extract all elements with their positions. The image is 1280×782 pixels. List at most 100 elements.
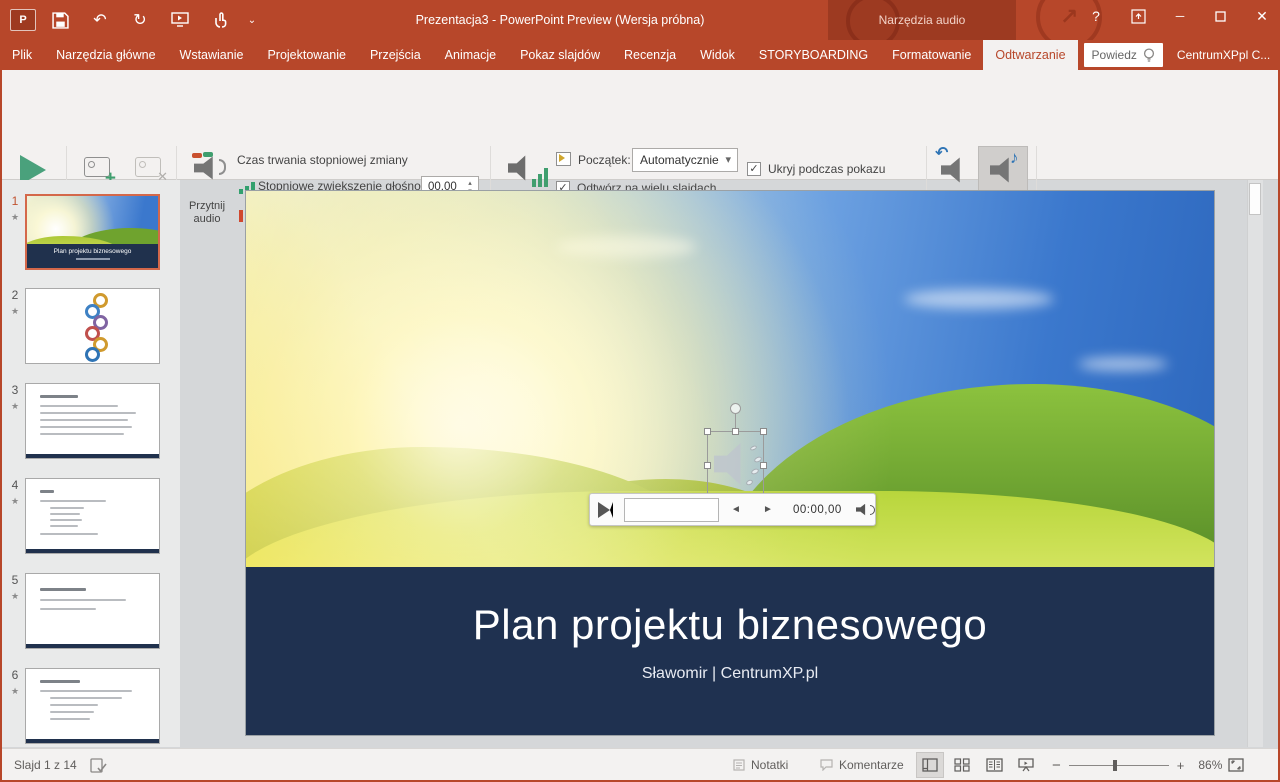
title-bar: ↗ P ↶ ↻ ⌄ Prezentacja3 - PowerPoint Prev… xyxy=(0,0,1280,40)
account-name[interactable]: CentrumXPpl C... xyxy=(1177,40,1270,70)
checkbox-checked-icon: ✓ xyxy=(747,162,761,176)
tab-wstawianie[interactable]: Wstawianie xyxy=(168,40,256,70)
view-reading-button[interactable] xyxy=(980,752,1008,778)
thumb-slide-title: Plan projektu biznesowego xyxy=(27,248,158,255)
fit-slide-button[interactable] xyxy=(1228,749,1244,781)
audio-player-bar: ◄ ► 00:00,00 xyxy=(589,493,876,526)
animation-star-icon: ★ xyxy=(8,496,22,507)
thumbnail-slide-1[interactable]: Plan projektu biznesowego xyxy=(25,194,160,270)
play-in-background-icon: ♪ xyxy=(990,157,1016,187)
checkbox-hide-during-show[interactable]: ✓ Ukryj podczas pokazu xyxy=(747,162,885,176)
tab-przejscia[interactable]: Przejścia xyxy=(358,40,433,70)
status-bar: Slajd 1 z 14 Notatki Komentarze xyxy=(0,748,1280,780)
tab-pokaz-slajdow[interactable]: Pokaz slajdów xyxy=(508,40,612,70)
zoom-in-button[interactable]: + xyxy=(1177,758,1185,773)
slide-thumbnail-panel: 1 ★ Plan projektu biznesowego 2 ★ 3 ★ xyxy=(2,180,180,747)
start-combobox[interactable]: Automatycznie ▾ xyxy=(632,148,738,172)
notes-label: Notatki xyxy=(751,758,788,772)
thumb-3-number: 3 xyxy=(8,383,22,397)
thumbnail-slide-2[interactable] xyxy=(25,288,160,364)
bookmark-remove-icon: ✕ xyxy=(135,157,161,177)
tab-projektowanie[interactable]: Projektowanie xyxy=(255,40,358,70)
spin-up-icon[interactable]: ▴ xyxy=(464,180,476,188)
player-volume-icon xyxy=(856,504,869,516)
contextual-tab-header: Narzędzia audio xyxy=(828,0,1016,40)
resize-handle[interactable] xyxy=(704,462,711,469)
start-slideshow-icon[interactable] xyxy=(164,5,196,35)
player-volume-button[interactable] xyxy=(856,504,875,516)
ribbon-display-options-button[interactable] xyxy=(1124,0,1152,32)
player-forward-button[interactable]: ► xyxy=(753,504,783,515)
scrollbar-thumb[interactable] xyxy=(1249,183,1261,215)
undo-icon[interactable]: ↶ xyxy=(84,5,116,35)
trim-audio-button[interactable]: Przytnijaudio xyxy=(182,146,232,232)
start-label: Początek: xyxy=(578,153,631,167)
minimize-button[interactable]: ─ xyxy=(1164,0,1196,32)
zoom-level[interactable]: 86% xyxy=(1198,758,1222,772)
tab-narzedzia-glowne[interactable]: Narzędzia główne xyxy=(44,40,167,70)
thumbnail-slide-5[interactable] xyxy=(25,573,160,649)
thumb-2-number: 2 xyxy=(8,288,22,302)
player-progress-bar[interactable] xyxy=(624,498,719,522)
hide-label: Ukryj podczas pokazu xyxy=(768,162,885,176)
spellcheck-icon[interactable] xyxy=(90,749,107,781)
slide-canvas[interactable]: ◄ ► 00:00,00 Plan projektu biznesowego S… xyxy=(245,190,1215,736)
player-time: 00:00,00 xyxy=(793,504,842,516)
close-button[interactable]: ✕ xyxy=(1246,0,1278,32)
player-back-button[interactable]: ◄ xyxy=(719,504,753,515)
help-button[interactable]: ? xyxy=(1082,0,1110,32)
combo-caret-icon: ▾ xyxy=(725,153,731,166)
zoom-out-button[interactable]: − xyxy=(1052,757,1061,774)
maximize-button[interactable] xyxy=(1204,0,1236,32)
no-style-icon: ↶ xyxy=(941,157,967,187)
powerpoint-logo-icon: P xyxy=(10,9,36,31)
view-slideshow-button[interactable] xyxy=(1012,752,1040,778)
trim-audio-icon xyxy=(194,156,220,184)
resize-handle[interactable] xyxy=(760,428,767,435)
comments-toggle[interactable]: Komentarze xyxy=(820,749,904,781)
tab-recenzja[interactable]: Recenzja xyxy=(612,40,688,70)
notes-toggle[interactable]: Notatki xyxy=(733,749,788,781)
tell-me-label: Powiedz xyxy=(1092,48,1137,62)
view-normal-button[interactable] xyxy=(916,752,944,778)
tab-odtwarzanie[interactable]: Odtwarzanie xyxy=(983,40,1077,70)
resize-handle[interactable] xyxy=(760,462,767,469)
thumbnail-slide-3[interactable] xyxy=(25,383,160,459)
quick-access-toolbar: P ↶ ↻ ⌄ xyxy=(10,0,260,40)
tab-storyboarding[interactable]: STORYBOARDING xyxy=(747,40,880,70)
vertical-scrollbar[interactable] xyxy=(1247,180,1263,747)
resize-handle[interactable] xyxy=(732,428,739,435)
thumb-5-number: 5 xyxy=(8,573,22,587)
player-play-button[interactable] xyxy=(590,502,620,518)
contextual-tab-label: Narzędzia audio xyxy=(879,13,966,27)
slide-title: Plan projektu biznesowego xyxy=(246,601,1214,649)
volume-icon xyxy=(508,155,532,187)
save-icon[interactable] xyxy=(44,5,76,35)
tab-plik[interactable]: Plik xyxy=(0,40,44,70)
trim-audio-label: Przytnij xyxy=(189,200,225,212)
zoom-slider[interactable] xyxy=(1069,765,1169,766)
thumb-4-number: 4 xyxy=(8,478,22,492)
zoom-slider-thumb[interactable] xyxy=(1113,760,1117,771)
decor-arrow-icon: ↗ xyxy=(1060,4,1078,30)
ribbon-odtwarzanie: Odtwórz Podgląd + Dodajzakładkę ✕ Usuńza… xyxy=(0,70,1280,180)
tab-widok[interactable]: Widok xyxy=(688,40,747,70)
thumbnail-slide-6[interactable] xyxy=(25,668,160,744)
window-border xyxy=(0,40,2,782)
animation-star-icon: ★ xyxy=(8,212,22,223)
touch-mode-icon[interactable] xyxy=(204,5,236,35)
thumbnail-slide-4[interactable] xyxy=(25,478,160,554)
animation-star-icon: ★ xyxy=(8,306,22,317)
tab-animacje[interactable]: Animacje xyxy=(433,40,508,70)
slide-title-block[interactable]: Plan projektu biznesowego Sławomir | Cen… xyxy=(246,567,1214,735)
tell-me-box[interactable]: Powiedz xyxy=(1084,43,1163,67)
redo-icon[interactable]: ↻ xyxy=(124,5,156,35)
powerpoint-window: ↗ P ↶ ↻ ⌄ Prezentacja3 - PowerPoint Prev… xyxy=(0,0,1280,782)
tab-formatowanie[interactable]: Formatowanie xyxy=(880,40,983,70)
rotation-handle[interactable] xyxy=(730,403,741,414)
customize-qat-icon[interactable]: ⌄ xyxy=(244,5,260,35)
resize-handle[interactable] xyxy=(704,428,711,435)
view-slide-sorter-button[interactable] xyxy=(948,752,976,778)
comments-label: Komentarze xyxy=(839,758,904,772)
animation-star-icon: ★ xyxy=(8,401,22,412)
